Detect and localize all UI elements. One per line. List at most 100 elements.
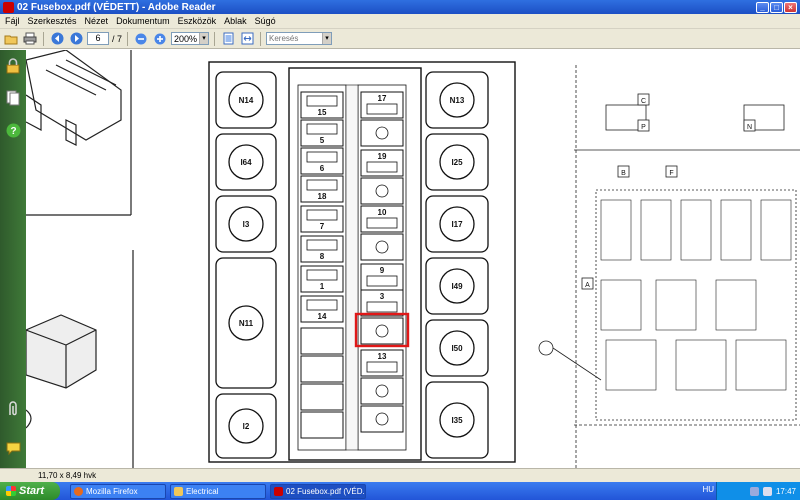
left-relay-column: N14 I64 I3 N11 I2 [215, 71, 277, 459]
relay-label: I50 [451, 344, 463, 353]
open-folder-button[interactable] [3, 31, 19, 47]
task-electrical[interactable]: Electrical [170, 483, 266, 499]
navigation-pane: ? [0, 50, 26, 468]
fuse-number: 17 [378, 94, 387, 103]
chevron-down-icon: ▾ [199, 33, 209, 44]
title-bar: 02 Fusebox.pdf (VÉDETT) - Adobe Reader _… [0, 0, 800, 14]
relay-label: I17 [451, 220, 463, 229]
maximize-button[interactable]: □ [770, 1, 783, 13]
schematic-label: F [669, 170, 673, 177]
fuse-slot [360, 177, 404, 205]
folder-icon [174, 486, 183, 496]
search-input[interactable] [267, 33, 323, 44]
schematic-label: C [641, 98, 646, 105]
menu-edit[interactable]: Szerkesztés [28, 16, 77, 26]
schematic-label: A [585, 282, 590, 289]
relay-label: N11 [239, 319, 254, 328]
language-indicator[interactable]: HU [702, 485, 714, 494]
volume-icon[interactable] [762, 486, 772, 496]
zoom-in-icon [154, 33, 166, 44]
page-number-input[interactable]: 6 [87, 32, 109, 45]
relay-label: N13 [450, 96, 465, 105]
print-button[interactable] [22, 31, 38, 47]
toolbar-separator [43, 31, 44, 46]
fuse-symbol [306, 269, 338, 281]
fuse-slot [300, 327, 344, 355]
task-label: 02 Fusebox.pdf (VÉD... [286, 486, 366, 496]
fuse-symbol [366, 301, 398, 313]
pages-icon [6, 90, 20, 106]
zoom-out-icon [135, 33, 147, 44]
adobe-reader-icon [274, 486, 283, 496]
attachments-button[interactable] [4, 400, 22, 418]
menu-window[interactable]: Ablak [224, 16, 247, 26]
menu-document[interactable]: Dokumentum [116, 16, 170, 26]
arrow-left-icon [51, 32, 63, 45]
zoom-in-button[interactable] [152, 31, 168, 47]
comment-icon [6, 442, 20, 456]
relay-label: I64 [240, 158, 252, 167]
menu-file[interactable]: Fájl [5, 16, 20, 26]
menu-tools[interactable]: Eszközök [178, 16, 217, 26]
help-button[interactable]: ? [4, 121, 22, 139]
window-controls: _ □ × [756, 1, 797, 13]
fuse-slot [360, 233, 404, 261]
menu-help[interactable]: Súgó [255, 16, 276, 26]
lock-icon [6, 58, 20, 74]
fuse-slot [360, 119, 404, 147]
fuse-number: 18 [318, 192, 327, 201]
toolbar-separator [127, 31, 129, 46]
comments-button[interactable] [4, 440, 22, 458]
relay-label: I25 [451, 158, 463, 167]
fit-page-button[interactable] [220, 31, 236, 47]
fuse-symbol [306, 95, 338, 107]
fuse-symbol [306, 209, 338, 221]
fusebox-diagram: N14I64I3N11I2 N13I25I17I49I50I35 1556187… [26, 50, 800, 468]
fuse-number: 9 [380, 266, 385, 275]
start-button[interactable]: Start [0, 482, 60, 500]
fuse-symbol [366, 217, 398, 229]
pages-panel-button[interactable] [4, 89, 22, 107]
zoom-value: 200% [174, 33, 198, 44]
task-adobe-reader[interactable]: 02 Fusebox.pdf (VÉD... [270, 483, 366, 499]
schematic-label: P [641, 124, 646, 131]
menu-view[interactable]: Nézet [85, 16, 109, 26]
next-page-button[interactable] [68, 31, 84, 47]
document-view[interactable]: N14 I64 I3 N11 I2 N13 I25 I17 I49 I50 I35 15 5 6 18 7… [26, 50, 800, 468]
page-total: / 7 [112, 33, 123, 44]
fit-width-icon [241, 32, 254, 45]
right-fuse-column: 17 19 10 9 3 13 [360, 91, 404, 433]
minimize-button[interactable]: _ [756, 1, 769, 13]
fuse-symbol [306, 299, 338, 311]
zoom-out-button[interactable] [133, 31, 149, 47]
fuse-number: 3 [380, 292, 385, 301]
tray-app-icon[interactable] [749, 486, 759, 496]
fit-width-button[interactable] [239, 31, 255, 47]
fit-page-icon [223, 32, 234, 45]
task-firefox[interactable]: Mozilla Firefox [70, 483, 166, 499]
fuse-slot [300, 355, 344, 383]
search-field[interactable]: ▾ [266, 32, 333, 45]
page-size-label: 11,70 x 8,49 hvk [38, 471, 97, 480]
fuse-symbol [306, 239, 338, 251]
schematic-label: N [747, 124, 752, 131]
fuse-number: 5 [320, 136, 325, 145]
close-button[interactable]: × [784, 1, 797, 13]
fuse-symbol [306, 151, 338, 163]
fuse-number: 14 [318, 312, 327, 321]
fuse-slot [300, 383, 344, 411]
menu-bar: Fájl Szerkesztés Nézet Dokumentum Eszköz… [0, 14, 800, 29]
security-lock-button[interactable] [4, 57, 22, 75]
clock: 17:47 [775, 486, 796, 496]
connector-drawing [26, 50, 122, 146]
system-tray: 17:47 [716, 482, 800, 500]
task-label: Mozilla Firefox [86, 486, 138, 496]
fuse-slot [360, 405, 404, 433]
toolbar-separator [260, 31, 262, 46]
task-label: Electrical [186, 486, 219, 496]
zoom-select[interactable]: 200% ▾ [171, 32, 210, 45]
relay-label: I35 [451, 416, 463, 425]
fuse-number: 10 [378, 208, 387, 217]
previous-page-button[interactable] [49, 31, 65, 47]
help-icon: ? [6, 123, 20, 137]
